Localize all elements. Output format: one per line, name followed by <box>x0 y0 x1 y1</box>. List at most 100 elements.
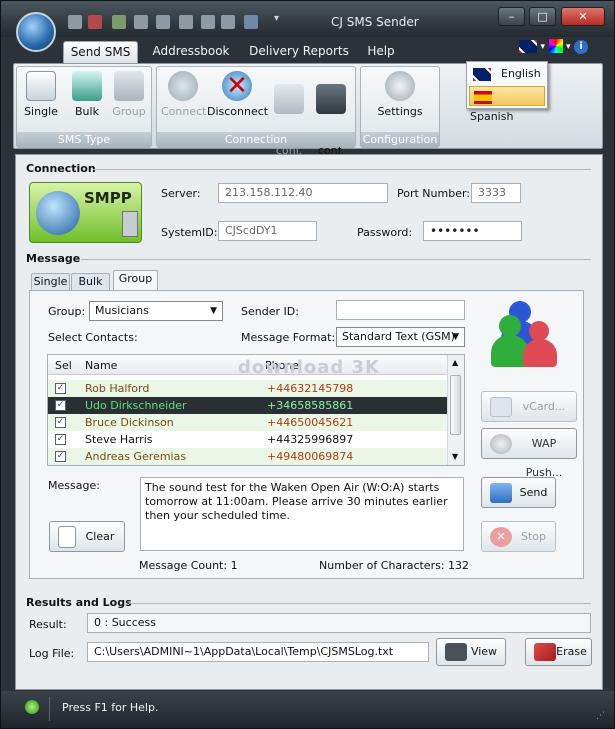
row-checkbox[interactable]: ✓ <box>55 434 66 445</box>
contact-name: Steve Harris <box>85 433 153 446</box>
quick-access-mobile-icon[interactable] <box>201 15 215 29</box>
password-input[interactable]: ••••••• <box>423 221 522 241</box>
result-field: 0 : Success <box>87 613 591 633</box>
vcard-button[interactable]: vCard... <box>481 391 577 422</box>
minimize-button[interactable]: – <box>498 7 525 26</box>
systemid-input[interactable]: CJScdDY1 <box>218 221 317 241</box>
single-button[interactable]: Single <box>23 71 59 118</box>
vcard-button-label: vCard... <box>522 400 566 413</box>
language-selector[interactable]: ▾ ▾ i <box>516 39 602 61</box>
view-button[interactable]: View <box>436 638 506 666</box>
contact-row-selected[interactable]: ✓ Udo Dirkschneider +34658585861 <box>48 397 448 414</box>
erase-button[interactable]: Erase <box>525 638 592 666</box>
row-checkbox[interactable]: ✓ <box>55 383 66 394</box>
wap-push-button[interactable]: WAP Push... <box>481 428 577 479</box>
sender-id-label: Sender ID: <box>241 305 299 318</box>
message-tab-group[interactable]: Group <box>113 270 158 290</box>
info-icon[interactable]: i <box>574 40 589 54</box>
color-dropdown-icon[interactable]: ▾ <box>566 42 571 52</box>
language-english-item[interactable]: English <box>469 64 545 84</box>
group-button[interactable]: Group <box>109 71 149 118</box>
quick-access-load-icon[interactable] <box>112 15 126 29</box>
quick-access-help-icon[interactable] <box>221 15 235 29</box>
quick-access-phone-icon[interactable] <box>179 15 193 29</box>
quick-access-globe-icon[interactable] <box>244 15 258 29</box>
maximize-button[interactable]: □ <box>529 7 556 26</box>
send-arrow-icon <box>490 483 512 503</box>
message-format-select[interactable]: Standard Text (GSM) ▼ <box>336 327 465 347</box>
contact-row[interactable]: ✓ Rob Halford +44632145798 <box>48 380 448 397</box>
uk-flag-icon <box>519 39 537 53</box>
person-green-head <box>499 315 521 337</box>
disconnect-icon: ✕ <box>222 71 252 101</box>
clear-button[interactable]: Clear <box>49 521 125 552</box>
sender-id-input[interactable] <box>336 300 465 320</box>
message-tab-bulk[interactable]: Bulk <box>71 273 110 290</box>
smpp-logo-text: SMPP <box>84 189 132 207</box>
contact-row[interactable]: ✓ Andreas Geremias +49480069874 <box>48 448 448 465</box>
stop-button[interactable]: ✕ Stop <box>481 521 556 552</box>
scrollbar-thumb[interactable] <box>450 375 461 435</box>
row-checkbox[interactable]: ✓ <box>55 400 66 411</box>
connection-divider <box>93 169 591 170</box>
tab-addressbook[interactable]: Addressbook <box>147 41 235 62</box>
language-spanish-item[interactable]: Spanish <box>469 86 545 123</box>
connection-group-label: Connection <box>157 132 355 147</box>
connect-button-label: Connect <box>161 105 207 118</box>
color-scheme-icon[interactable] <box>548 39 563 53</box>
message-tab-single[interactable]: Single <box>31 273 70 290</box>
row-checkbox[interactable]: ✓ <box>55 417 66 428</box>
port-input[interactable]: 3333 <box>471 183 521 203</box>
settings-button[interactable]: Settings <box>371 71 429 118</box>
quick-access-save-icon[interactable] <box>134 15 148 29</box>
language-dropdown-icon[interactable]: ▾ <box>541 42 546 52</box>
contact-name: Rob Halford <box>85 382 150 395</box>
spanish-label: Spanish <box>470 110 514 123</box>
header-sel[interactable]: Sel <box>55 359 72 372</box>
disconnect-button[interactable]: ✕ Disconnect <box>207 71 268 118</box>
select-contacts-label: Select Contacts: <box>48 331 138 344</box>
group-select-value: Musicians <box>95 304 149 317</box>
contact-name: Andreas Geremias <box>85 450 187 463</box>
tab-help[interactable]: Help <box>361 41 401 62</box>
message-textarea[interactable]: The sound test for the Waken Open Air (W… <box>140 477 464 551</box>
close-button[interactable]: ✕ <box>561 7 605 26</box>
bulk-button-label: Bulk <box>75 105 99 118</box>
clear-page-icon <box>58 526 76 548</box>
server-input[interactable]: 213.158.112.40 <box>218 183 388 203</box>
quick-access-disconnect-icon[interactable] <box>88 15 102 29</box>
group-select[interactable]: Musicians ▼ <box>89 301 223 321</box>
connect-button[interactable]: Connect <box>161 71 207 118</box>
stop-button-label: Stop <box>520 530 546 543</box>
contacts-scrollbar[interactable]: ▲ ▼ <box>447 355 464 465</box>
app-window: ▾ CJ SMS Sender – □ ✕ Send SMS Addressbo… <box>0 0 615 729</box>
password-label: Password: <box>357 226 413 239</box>
message-label: Message: <box>48 479 100 492</box>
contacts-grid[interactable]: Sel Name Phone download 3K ✓ Rob Halford… <box>47 354 465 466</box>
contact-row[interactable]: ✓ Steve Harris +44325996897 <box>48 431 448 448</box>
contact-row[interactable]: ✓ Bruce Dickinson +44650045621 <box>48 414 448 431</box>
log-file-input[interactable]: C:\Users\ADMINI~1\AppData\Local\Temp\CJS… <box>87 642 429 662</box>
message-count: Message Count: 1 <box>139 559 238 572</box>
wap-push-button-label: WAP Push... <box>525 437 563 479</box>
resize-grip-icon[interactable]: ⋰ <box>596 711 605 721</box>
application-orb-button[interactable] <box>16 12 56 52</box>
english-label: English <box>501 67 541 80</box>
quick-access-settings-icon[interactable] <box>156 15 170 29</box>
quick-access-icon[interactable] <box>68 15 82 29</box>
bulk-button[interactable]: Bulk <box>69 71 105 118</box>
contact-name: Bruce Dickinson <box>85 416 174 429</box>
tab-delivery-reports[interactable]: Delivery Reports <box>248 41 350 62</box>
scroll-up-icon[interactable]: ▲ <box>452 358 458 367</box>
envelope-icon <box>26 71 56 101</box>
tab-send-sms[interactable]: Send SMS <box>63 41 138 64</box>
log-file-label: Log File: <box>29 647 75 660</box>
globe-icon <box>36 191 80 235</box>
row-checkbox[interactable]: ✓ <box>55 451 66 462</box>
send-button[interactable]: Send <box>481 477 556 508</box>
scroll-down-icon[interactable]: ▼ <box>452 452 458 461</box>
ribbon-group-connection: Connect ✕ Disconnect Load conf. Save con… <box>156 66 356 157</box>
quick-access-dropdown-icon[interactable]: ▾ <box>274 13 279 24</box>
header-name[interactable]: Name <box>85 359 117 372</box>
chevron-down-icon: ▼ <box>210 306 217 316</box>
